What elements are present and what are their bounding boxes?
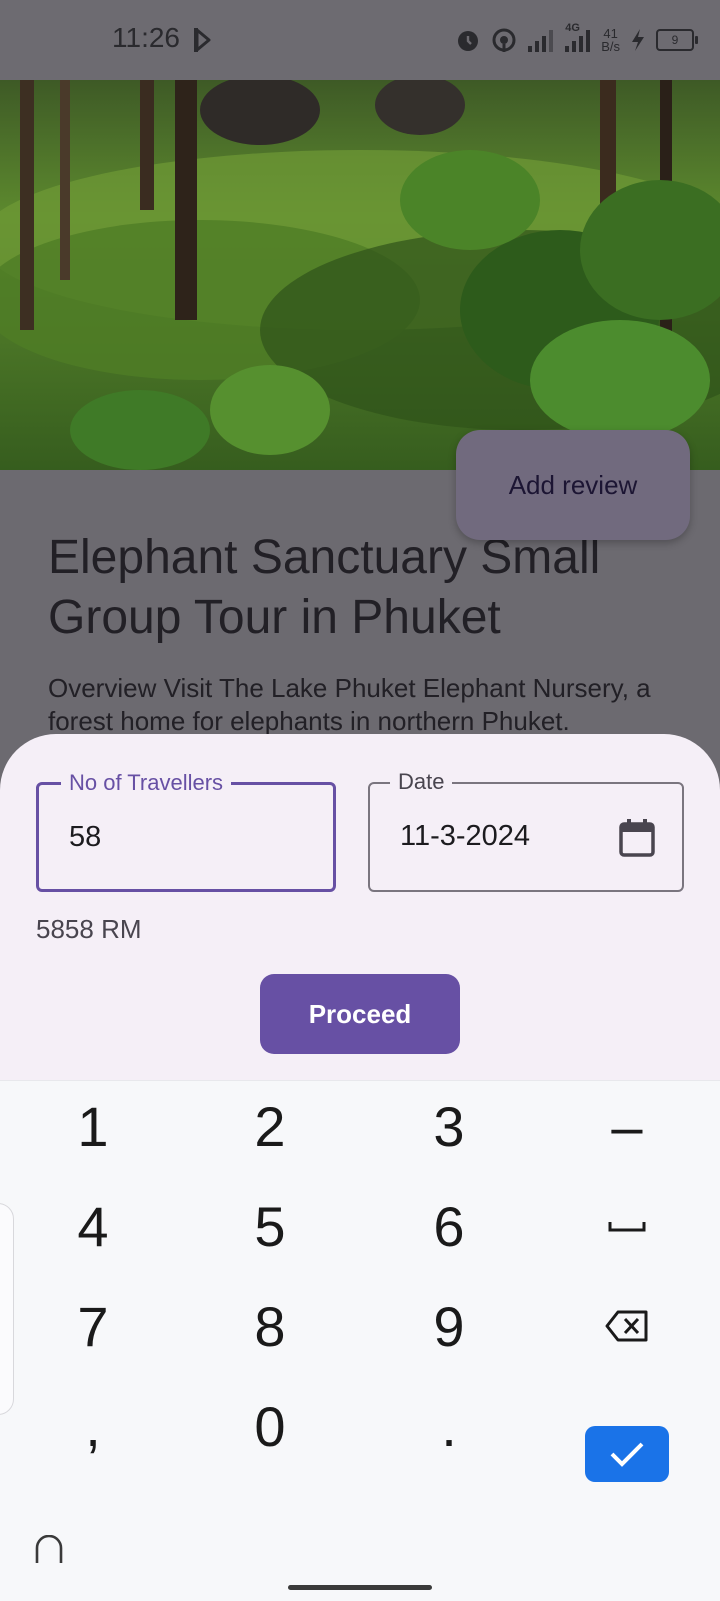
alarm-icon	[458, 31, 479, 51]
key-1[interactable]: 1	[33, 1081, 153, 1171]
date-label: Date	[390, 769, 453, 795]
key-3[interactable]: 3	[389, 1081, 509, 1171]
travellers-label: No of Travellers	[61, 770, 232, 796]
checkmark-icon	[610, 1442, 644, 1467]
hotspot-icon	[492, 28, 516, 52]
keyboard-side-tab[interactable]	[0, 1203, 14, 1415]
key-space[interactable]	[567, 1181, 687, 1271]
key-0[interactable]: 0	[210, 1381, 330, 1471]
network-speed: 41 B/s	[601, 26, 620, 54]
booking-sheet: No of Travellers Date 5858 RM Proceed	[0, 734, 720, 1080]
key-8[interactable]: 8	[210, 1281, 330, 1371]
media-icon	[194, 28, 211, 52]
charging-icon	[632, 29, 644, 51]
key-dot[interactable]: .	[389, 1381, 509, 1471]
backspace-icon	[605, 1310, 648, 1342]
key-comma[interactable]: ,	[33, 1381, 153, 1471]
key-done[interactable]	[585, 1426, 669, 1482]
key-minus[interactable]: –	[567, 1081, 687, 1171]
battery-icon: 9	[656, 29, 698, 51]
forest-illustration	[0, 80, 720, 470]
key-7[interactable]: 7	[33, 1281, 153, 1371]
key-2[interactable]: 2	[210, 1081, 330, 1171]
travellers-input[interactable]	[69, 821, 269, 854]
numeric-keyboard: 1 2 3 – 4 5 6 7 8 9 , 0 .	[0, 1080, 720, 1601]
tour-title: Elephant Sanctuary Small Group Tour in P…	[48, 531, 601, 644]
calendar-icon[interactable]	[618, 818, 656, 858]
key-5[interactable]: 5	[210, 1181, 330, 1271]
tour-overview: Overview Visit The Lake Phuket Elephant …	[48, 673, 651, 736]
total-price: 5858 RM	[36, 914, 142, 944]
key-4[interactable]: 4	[33, 1181, 153, 1271]
status-time: 11:26	[112, 22, 180, 53]
key-6[interactable]: 6	[389, 1181, 509, 1271]
signal-icon	[528, 30, 554, 52]
tour-hero-image	[0, 80, 720, 470]
date-input[interactable]	[400, 820, 600, 853]
add-review-button[interactable]: Add review	[456, 430, 690, 540]
keyboard-switch-icon[interactable]	[34, 1535, 64, 1565]
date-field[interactable]: Date	[368, 769, 684, 892]
space-icon	[608, 1222, 646, 1232]
home-indicator[interactable]	[288, 1585, 432, 1590]
travellers-field[interactable]: No of Travellers	[36, 770, 336, 892]
status-bar: 11:26 4G 41 B/s 9	[0, 0, 720, 80]
key-9[interactable]: 9	[389, 1281, 509, 1371]
signal-4g-icon: 4G	[563, 22, 591, 54]
key-backspace[interactable]	[567, 1281, 687, 1371]
status-icons: 4G 41 B/s 9	[455, 22, 698, 58]
proceed-button[interactable]: Proceed	[260, 974, 460, 1054]
